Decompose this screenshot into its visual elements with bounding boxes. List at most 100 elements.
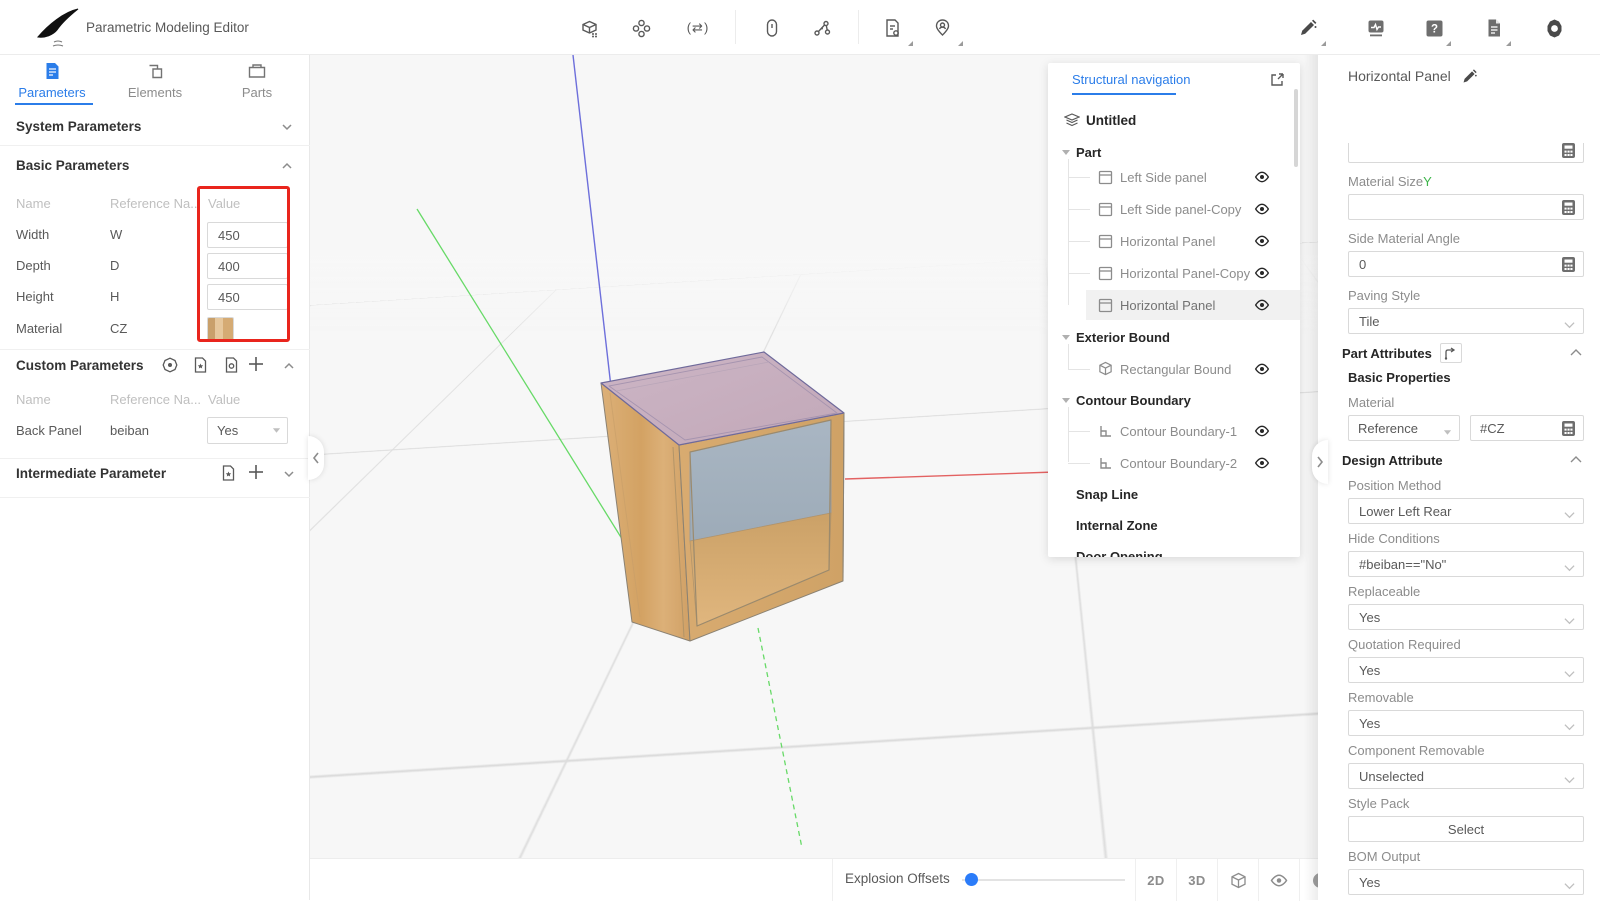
replaceable-select[interactable]: Yes — [1348, 604, 1584, 630]
formula-calculator-icon[interactable] — [1561, 199, 1576, 219]
tree-item-selected[interactable]: Horizontal Panel — [1086, 290, 1300, 320]
visibility-eye-icon[interactable] — [1254, 423, 1270, 439]
collapse-right-panel-handle[interactable] — [1312, 440, 1328, 484]
edit-pencil-icon[interactable] — [1297, 17, 1319, 39]
height-value-input[interactable] — [207, 284, 288, 310]
back-panel-select[interactable]: Yes — [207, 417, 288, 444]
tree-group-contour-boundary[interactable]: Contour Boundary — [1048, 385, 1300, 415]
intermediate-parameter-header[interactable]: Intermediate Parameter — [16, 466, 166, 481]
visibility-eye-icon[interactable] — [1254, 201, 1270, 217]
user-pin-icon[interactable] — [931, 17, 953, 39]
view-2d-button[interactable]: 2D — [1136, 859, 1176, 901]
caret-down-icon — [272, 427, 281, 434]
chevron-up-icon[interactable] — [1570, 344, 1582, 362]
material-size-input[interactable] — [1348, 194, 1584, 220]
tree-item[interactable]: Horizontal Panel — [1048, 226, 1300, 256]
formula-calculator-icon[interactable] — [1561, 256, 1576, 276]
material-mode-select[interactable]: Reference — [1348, 415, 1460, 441]
formula-calculator-icon[interactable] — [1561, 420, 1576, 440]
panel-icon — [1098, 298, 1113, 313]
caret-expanded-icon[interactable] — [1062, 335, 1070, 340]
document-export-icon[interactable] — [881, 17, 903, 39]
visibility-eye-icon[interactable] — [1254, 233, 1270, 249]
popout-icon[interactable] — [1270, 72, 1286, 88]
paving-style-select[interactable]: Tile — [1348, 308, 1584, 334]
chevron-down-icon[interactable] — [278, 118, 296, 136]
side-material-angle-input[interactable]: 0 — [1348, 251, 1584, 277]
file-star-icon[interactable] — [191, 356, 209, 374]
position-method-select[interactable]: Lower Left Rear — [1348, 498, 1584, 524]
caret-expanded-icon[interactable] — [1062, 150, 1070, 155]
hide-conditions-select[interactable]: #beiban=="No" — [1348, 551, 1584, 577]
scrolled-input[interactable] — [1348, 143, 1584, 163]
bom-output-select[interactable]: Yes — [1348, 869, 1584, 895]
file-star-icon[interactable] — [219, 464, 237, 482]
dropdown-caret[interactable] — [1506, 41, 1511, 46]
explosion-offsets-slider-track[interactable] — [962, 879, 1125, 881]
explosion-offsets-slider-knob[interactable] — [965, 873, 978, 886]
tab-parts[interactable]: Parts — [212, 61, 302, 100]
structural-navigation-tab[interactable]: Structural navigation — [1072, 72, 1191, 87]
tree-group-internal-zone[interactable]: Internal Zone — [1048, 510, 1300, 540]
rename-pencil-icon[interactable] — [1461, 68, 1478, 85]
tree-item[interactable]: Contour Boundary-2 — [1048, 448, 1300, 478]
attribute-flow-icon[interactable] — [1440, 343, 1462, 363]
swap-arrows-icon[interactable]: (⇄) — [681, 17, 715, 39]
binding-link-icon[interactable] — [761, 17, 783, 39]
visibility-eye-icon[interactable] — [1254, 265, 1270, 281]
component-removable-select[interactable]: Unselected — [1348, 763, 1584, 789]
view-3d-button[interactable]: 3D — [1177, 859, 1217, 901]
custom-parameters-header[interactable]: Custom Parameters — [16, 358, 144, 373]
removable-select[interactable]: Yes — [1348, 710, 1584, 736]
add-parameter-icon[interactable] — [247, 463, 265, 481]
tree-group-snap-line[interactable]: Snap Line — [1048, 479, 1300, 509]
activity-monitor-icon[interactable] — [1365, 17, 1387, 39]
chevron-down-icon[interactable] — [280, 465, 298, 483]
tree-item[interactable]: Rectangular Bound — [1048, 354, 1300, 384]
tree-item[interactable]: Left Side panel — [1048, 162, 1300, 192]
depth-value-input[interactable] — [207, 253, 288, 279]
dropdown-caret[interactable] — [1446, 41, 1451, 46]
tree-item[interactable]: Horizontal Panel-Copy — [1048, 258, 1300, 288]
basic-parameters-header[interactable]: Basic Parameters — [16, 158, 129, 173]
tree-group-exterior-bound[interactable]: Exterior Bound — [1048, 322, 1300, 352]
tree-item[interactable]: Contour Boundary-1 — [1048, 416, 1300, 446]
tree-root-untitled[interactable]: Untitled — [1048, 105, 1300, 135]
file-circle-icon[interactable] — [222, 356, 240, 374]
model-cube-icon[interactable] — [579, 17, 601, 39]
visibility-eye-icon[interactable] — [1254, 297, 1270, 313]
tree-group-door-opening[interactable]: Door Opening — [1048, 541, 1300, 557]
caret-expanded-icon[interactable] — [1062, 398, 1070, 403]
add-parameter-icon[interactable] — [247, 355, 265, 373]
tab-parameters[interactable]: Parameters — [7, 61, 97, 100]
chevron-up-icon[interactable] — [278, 157, 296, 175]
system-parameters-header[interactable]: System Parameters — [16, 119, 141, 134]
visibility-eye-icon[interactable] — [1254, 169, 1270, 185]
tab-elements[interactable]: Elements — [110, 61, 200, 100]
chevron-up-icon[interactable] — [280, 357, 298, 375]
width-value-input[interactable] — [207, 222, 288, 248]
part-attributes-section[interactable]: Part Attributes — [1342, 342, 1584, 364]
visibility-button[interactable] — [1259, 859, 1299, 901]
formula-calculator-icon[interactable] — [1561, 143, 1576, 162]
dropdown-caret[interactable] — [958, 41, 963, 46]
dropdown-caret[interactable] — [1321, 41, 1326, 46]
chevron-up-icon[interactable] — [1570, 451, 1582, 469]
isolate-cube-button[interactable] — [1218, 859, 1258, 901]
visibility-eye-icon[interactable] — [1254, 455, 1270, 471]
design-attribute-section[interactable]: Design Attribute — [1342, 449, 1584, 471]
material-swatch[interactable] — [207, 317, 234, 341]
tree-item[interactable]: Left Side panel-Copy — [1048, 194, 1300, 224]
material-reference-input[interactable]: #CZ — [1470, 415, 1584, 441]
dropdown-caret[interactable] — [908, 41, 913, 46]
quotation-required-select[interactable]: Yes — [1348, 657, 1584, 683]
pattern-flower-icon[interactable] — [630, 17, 652, 39]
param-ref: beiban — [110, 423, 149, 438]
share-nodes-icon[interactable] — [811, 17, 833, 39]
visibility-eye-icon[interactable] — [1254, 361, 1270, 377]
document-icon[interactable] — [1483, 17, 1505, 39]
style-pack-select-button[interactable]: Select — [1348, 816, 1584, 842]
settings-gear-icon[interactable] — [1543, 17, 1565, 39]
help-icon[interactable]: ? — [1423, 17, 1445, 39]
settings-circle-icon[interactable] — [161, 356, 179, 374]
